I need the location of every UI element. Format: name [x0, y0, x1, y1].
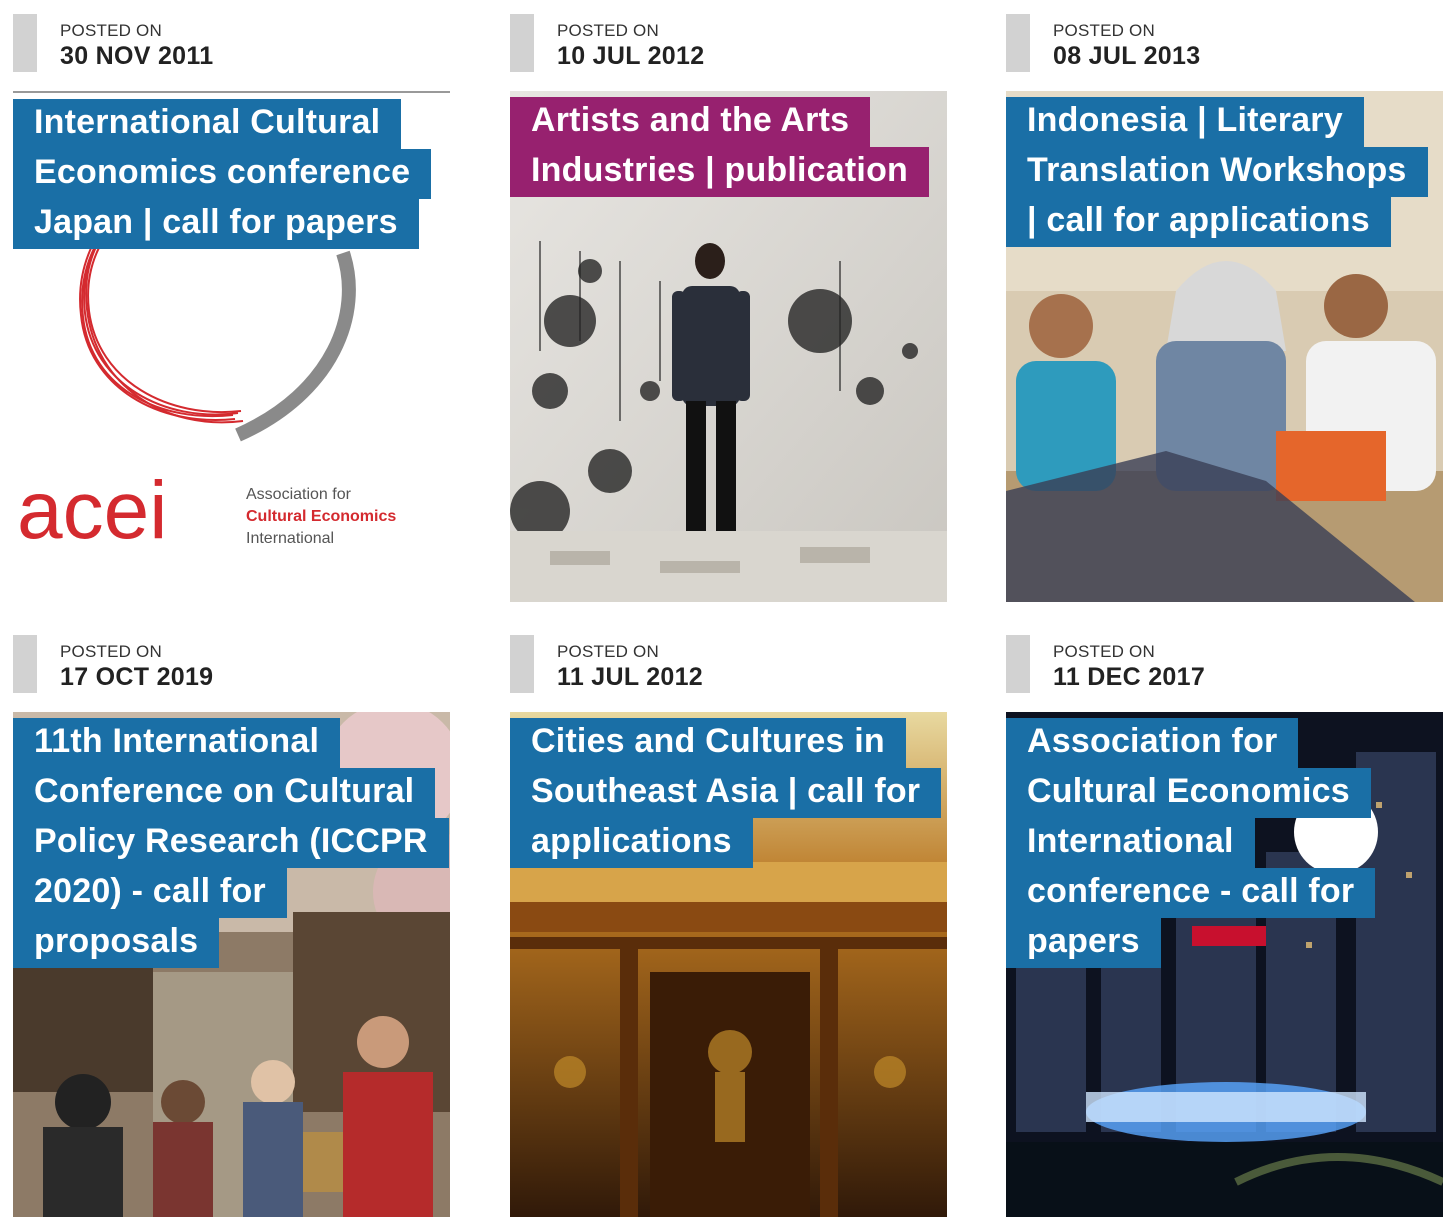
title-line[interactable]: 11th International	[13, 718, 341, 768]
post-meta: POSTED ON 08 JUL 2013	[1006, 0, 1443, 72]
post-title[interactable]: 11th International Conference on Cultura…	[13, 718, 449, 968]
post-card[interactable]: POSTED ON 30 NOV 2011 acei Association f…	[13, 0, 450, 613]
acei-wordmark: acei	[17, 465, 167, 556]
post-card[interactable]: POSTED ON 10 JUL 2012 Artists and the Ar…	[510, 0, 947, 602]
post-date: 11 JUL 2012	[557, 663, 704, 691]
post-title[interactable]: International Cultural Economics confere…	[13, 99, 432, 249]
title-line[interactable]: Association for	[1006, 718, 1299, 768]
post-date: 11 DEC 2017	[1053, 663, 1206, 691]
title-line[interactable]: Conference on Cultural	[13, 768, 436, 818]
logo-line-2: Cultural Economics	[246, 508, 396, 525]
date-accent-bar	[1006, 14, 1030, 72]
posted-on-label: POSTED ON	[1053, 642, 1155, 661]
post-meta: POSTED ON 11 JUL 2012	[510, 621, 947, 693]
title-line[interactable]: Cultural Economics	[1006, 768, 1371, 818]
title-line[interactable]: papers	[1006, 918, 1161, 968]
title-line[interactable]: applications	[510, 818, 753, 868]
post-card[interactable]: POSTED ON 11 JUL 2012 Cities and Culture…	[510, 621, 947, 1217]
date-accent-bar	[510, 14, 534, 72]
title-line[interactable]: Translation Workshops	[1006, 147, 1428, 197]
post-card[interactable]: POSTED ON 17 OCT 2019 11th International…	[13, 621, 450, 1217]
title-line[interactable]: International Cultural	[13, 99, 402, 149]
post-title[interactable]: Association for Cultural Economics Inter…	[1006, 718, 1376, 968]
posted-on-label: POSTED ON	[60, 21, 162, 40]
title-line[interactable]: Artists and the Arts	[510, 97, 871, 147]
post-thumbnail[interactable]: 11th International Conference on Cultura…	[13, 712, 450, 1217]
title-line[interactable]: 2020) - call for	[13, 868, 287, 918]
title-line[interactable]: Economics conference	[13, 149, 432, 199]
title-line[interactable]: Policy Research (ICCPR	[13, 818, 449, 868]
post-meta: POSTED ON 11 DEC 2017	[1006, 621, 1443, 693]
post-date: 10 JUL 2012	[557, 42, 705, 70]
post-card[interactable]: POSTED ON 11 DEC 2017 Association for Cu…	[1006, 621, 1443, 1217]
post-thumbnail[interactable]: Indonesia | Literary Translation Worksho…	[1006, 91, 1443, 602]
title-line[interactable]: Cities and Cultures in	[510, 718, 906, 768]
title-line[interactable]: Industries | publication	[510, 147, 930, 197]
post-title[interactable]: Cities and Cultures in Southeast Asia | …	[510, 718, 942, 868]
post-thumbnail[interactable]: acei Association for Cultural Economics …	[13, 91, 450, 613]
title-line[interactable]: Southeast Asia | call for	[510, 768, 942, 818]
post-date: 08 JUL 2013	[1053, 42, 1201, 70]
posted-on-label: POSTED ON	[1053, 21, 1155, 40]
post-title[interactable]: Indonesia | Literary Translation Worksho…	[1006, 97, 1428, 247]
post-meta: POSTED ON 10 JUL 2012	[510, 0, 947, 72]
date-accent-bar	[13, 14, 37, 72]
title-line[interactable]: Japan | call for papers	[13, 199, 419, 249]
post-thumbnail[interactable]: Association for Cultural Economics Inter…	[1006, 712, 1443, 1217]
post-meta: POSTED ON 30 NOV 2011	[13, 0, 450, 72]
logo-line-1: Association for	[246, 486, 352, 503]
posted-on-label: POSTED ON	[557, 21, 659, 40]
post-thumbnail[interactable]: Cities and Cultures in Southeast Asia | …	[510, 712, 947, 1217]
title-line[interactable]: Indonesia | Literary	[1006, 97, 1364, 147]
post-thumbnail[interactable]: Artists and the Arts Industries | public…	[510, 91, 947, 602]
date-accent-bar	[1006, 635, 1030, 693]
posted-on-label: POSTED ON	[60, 642, 162, 661]
date-accent-bar	[13, 635, 37, 693]
post-date: 17 OCT 2019	[60, 663, 214, 691]
logo-line-3: International	[246, 530, 334, 547]
post-card[interactable]: POSTED ON 08 JUL 2013 Indonesia | Litera…	[1006, 0, 1443, 602]
title-line[interactable]: International	[1006, 818, 1255, 868]
post-date: 30 NOV 2011	[60, 42, 214, 70]
title-line[interactable]: proposals	[13, 918, 220, 968]
title-line[interactable]: | call for applications	[1006, 197, 1391, 247]
date-accent-bar	[510, 635, 534, 693]
title-line[interactable]: conference - call for	[1006, 868, 1376, 918]
post-meta: POSTED ON 17 OCT 2019	[13, 621, 450, 693]
posted-on-label: POSTED ON	[557, 642, 659, 661]
post-title[interactable]: Artists and the Arts Industries | public…	[510, 97, 930, 197]
